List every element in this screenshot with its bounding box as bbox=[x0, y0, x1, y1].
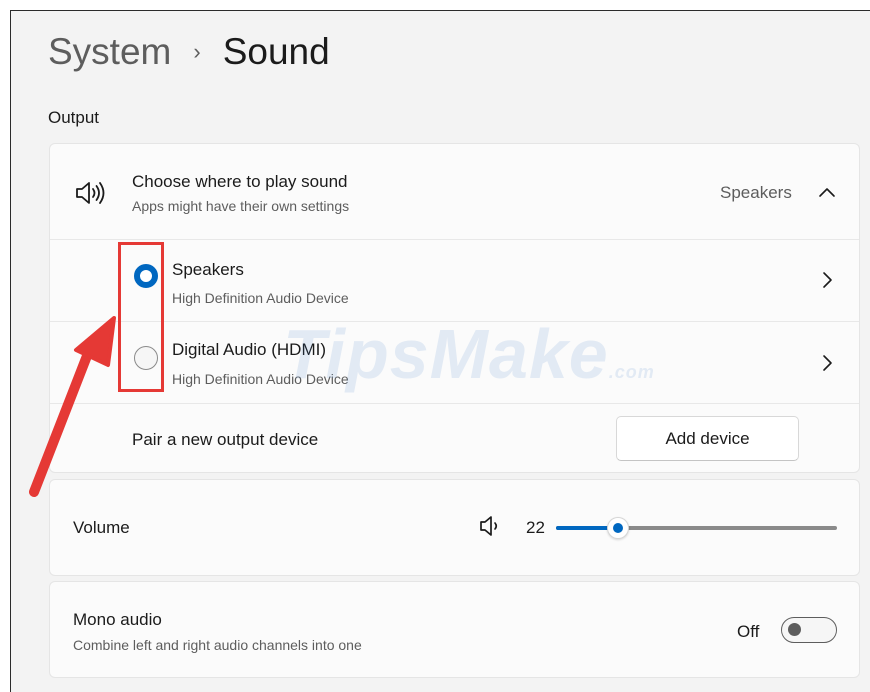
selected-output-value: Speakers bbox=[720, 183, 792, 202]
chevron-right-icon[interactable] bbox=[820, 353, 834, 373]
choose-output-title: Choose where to play sound bbox=[132, 172, 348, 191]
output-section-label: Output bbox=[48, 108, 100, 127]
toggle-knob bbox=[788, 623, 801, 636]
chevron-up-icon[interactable] bbox=[818, 185, 836, 199]
watermark: TipsMake.com bbox=[283, 314, 655, 394]
volume-label: Volume bbox=[73, 518, 130, 537]
mono-audio-toggle[interactable] bbox=[781, 617, 837, 643]
breadcrumb-separator: › bbox=[193, 39, 201, 64]
mono-audio-title: Mono audio bbox=[73, 610, 162, 629]
volume-card: Volume 22 bbox=[49, 479, 860, 576]
volume-slider-thumb[interactable] bbox=[606, 517, 629, 539]
choose-output-subtitle: Apps might have their own settings bbox=[132, 198, 350, 214]
watermark-suffix: .com bbox=[608, 362, 655, 382]
output-card: Choose where to play sound Apps might ha… bbox=[49, 143, 860, 473]
choose-output-row[interactable]: Choose where to play sound Apps might ha… bbox=[50, 144, 859, 239]
device-description: High Definition Audio Device bbox=[172, 290, 349, 306]
chevron-right-icon[interactable] bbox=[820, 270, 834, 290]
mono-audio-subtitle: Combine left and right audio channels in… bbox=[73, 637, 362, 653]
page-title: Sound bbox=[222, 31, 330, 72]
breadcrumb-system-link[interactable]: System bbox=[48, 31, 171, 73]
pair-device-row: Pair a new output device Add device bbox=[50, 404, 859, 474]
mono-audio-card: Mono audio Combine left and right audio … bbox=[49, 581, 860, 678]
breadcrumb: System › Sound bbox=[48, 31, 330, 73]
add-device-button[interactable]: Add device bbox=[616, 416, 799, 461]
pair-device-label: Pair a new output device bbox=[132, 430, 319, 449]
volume-value: 22 bbox=[526, 518, 545, 537]
volume-speaker-icon[interactable] bbox=[478, 515, 502, 537]
mono-audio-state: Off bbox=[737, 622, 760, 641]
watermark-text: TipsMake bbox=[283, 315, 609, 393]
speaker-icon bbox=[76, 182, 105, 204]
annotation-highlight-box bbox=[118, 242, 164, 392]
device-row-speakers[interactable]: Speakers High Definition Audio Device bbox=[50, 240, 859, 321]
device-name: Speakers bbox=[172, 260, 244, 279]
